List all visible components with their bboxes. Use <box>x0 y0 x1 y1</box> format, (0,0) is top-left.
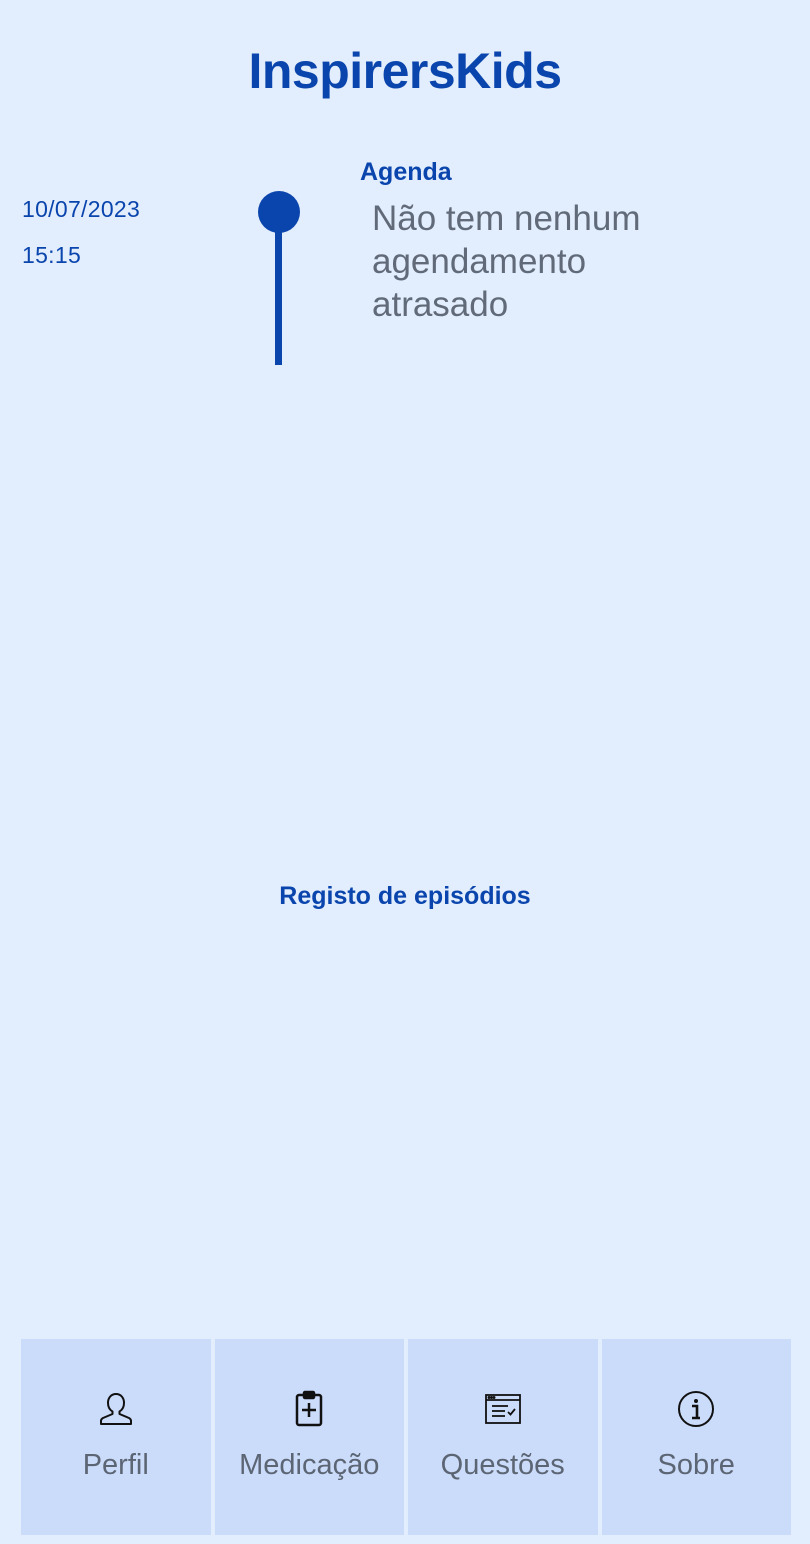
nav-label-perfil: Perfil <box>82 1449 149 1481</box>
clipboard-plus-icon <box>289 1389 329 1429</box>
nav-item-sobre[interactable]: Sobre <box>601 1339 791 1535</box>
nav-label-medicacao: Medicação <box>239 1449 380 1481</box>
empty-agenda-message: Não tem nenhum agendamento atrasado <box>372 199 641 324</box>
info-icon <box>676 1389 716 1429</box>
nav-item-questoes[interactable]: Questões <box>408 1339 598 1535</box>
checklist-icon <box>483 1389 523 1429</box>
timeline-date: 10/07/2023 <box>22 196 141 222</box>
app-title: InspirersKids <box>248 43 562 99</box>
nav-item-perfil[interactable]: Perfil <box>21 1339 211 1535</box>
nav-label-questoes: Questões <box>440 1449 565 1481</box>
nav-item-medicacao[interactable]: Medicação <box>214 1339 404 1535</box>
timeline-line <box>275 220 282 365</box>
nav-label-sobre: Sobre <box>657 1449 735 1481</box>
timeline-dot <box>258 191 300 233</box>
timeline-time: 15:15 <box>22 242 82 268</box>
bottom-nav: Perfil Medicação Questões Sobre <box>21 1339 791 1535</box>
agenda-heading: Agenda <box>360 158 452 186</box>
episodes-heading: Registo de episódios <box>279 882 531 910</box>
person-icon <box>96 1389 136 1429</box>
